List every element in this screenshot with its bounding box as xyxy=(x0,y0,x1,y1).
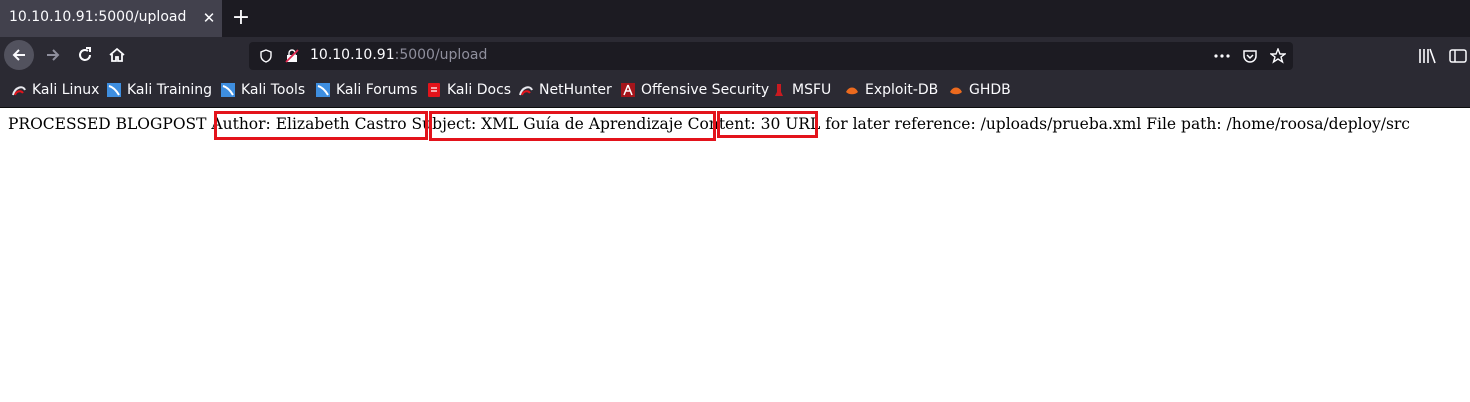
back-button[interactable] xyxy=(4,40,34,70)
bookmark-label: Kali Tools xyxy=(241,82,306,98)
bookmark-label: Kali Linux xyxy=(32,82,100,98)
url-host: 10.10.10.91 xyxy=(310,47,395,63)
reference-info: URL for later reference: /uploads/prueba… xyxy=(780,115,1410,133)
insecure-lock-icon[interactable] xyxy=(285,49,299,63)
bookmark-label: Exploit-DB xyxy=(865,82,939,98)
home-button[interactable] xyxy=(102,40,132,70)
bookmark-label: Kali Forums xyxy=(336,82,418,98)
bookmark-label: MSFU xyxy=(792,82,832,98)
bookmark-nethunter[interactable]: NetHunter xyxy=(519,82,612,98)
kali-forums-icon xyxy=(316,83,330,97)
forward-arrow-icon xyxy=(47,49,60,61)
subject-highlight-box xyxy=(429,111,716,141)
new-tab-icon[interactable]: + xyxy=(230,7,252,29)
author-highlight-box xyxy=(214,111,428,140)
content-highlight-box xyxy=(717,111,818,138)
bookmarks-toolbar: Kali Linux Kali Training Kali Tools Kali… xyxy=(0,74,1470,108)
page-heading: PROCESSED BLOGPOST xyxy=(8,115,212,133)
bookmark-kali-training[interactable]: Kali Training xyxy=(107,82,212,98)
home-icon xyxy=(109,47,125,62)
url-path: :5000/upload xyxy=(394,47,488,63)
forward-button[interactable] xyxy=(38,40,68,70)
ghdb-icon xyxy=(950,87,962,95)
tab-close-icon[interactable]: ✕ xyxy=(200,9,218,27)
library-icon[interactable] xyxy=(1418,48,1436,64)
address-bar[interactable]: 10.10.10.91:5000/upload xyxy=(249,42,1293,70)
bookmark-ghdb[interactable]: GHDB xyxy=(949,82,1011,98)
bookmark-star-icon[interactable] xyxy=(1270,48,1286,64)
bookmark-kali-docs[interactable]: Kali Docs xyxy=(427,82,511,98)
bookmark-kali-forums[interactable]: Kali Forums xyxy=(316,82,417,98)
active-tab[interactable]: 10.10.10.91:5000/upload ✕ xyxy=(0,0,222,37)
pocket-icon[interactable] xyxy=(1242,48,1258,64)
tab-title: 10.10.10.91:5000/upload xyxy=(9,9,187,25)
exploit-db-icon xyxy=(846,87,858,95)
bookmark-label: NetHunter xyxy=(539,82,612,98)
bookmark-label: Kali Training xyxy=(127,82,212,98)
kali-training-icon xyxy=(107,83,121,97)
reload-button[interactable] xyxy=(70,40,100,70)
bookmark-label: Offensive Security xyxy=(641,82,770,98)
msfu-icon xyxy=(775,84,783,96)
bookmark-kali-linux[interactable]: Kali Linux xyxy=(12,82,99,98)
navigation-toolbar: 10.10.10.91:5000/upload xyxy=(0,37,1470,74)
reload-icon xyxy=(79,47,91,61)
kali-docs-icon xyxy=(428,83,440,97)
url-text: 10.10.10.91:5000/upload xyxy=(310,47,487,63)
kali-tools-icon xyxy=(221,83,235,97)
shield-icon[interactable] xyxy=(259,49,273,63)
bookmark-offensive-security[interactable]: Offensive Security xyxy=(621,82,769,98)
back-arrow-icon xyxy=(12,49,25,61)
kali-dragon-icon xyxy=(12,86,26,96)
offensive-security-icon xyxy=(621,83,635,97)
bookmark-msfu[interactable]: MSFU xyxy=(772,82,831,98)
bookmark-kali-tools[interactable]: Kali Tools xyxy=(221,82,305,98)
nethunter-icon xyxy=(519,86,533,96)
bookmark-exploit-db[interactable]: Exploit-DB xyxy=(845,82,938,98)
page-actions-icon[interactable] xyxy=(1213,51,1231,61)
bookmark-label: Kali Docs xyxy=(447,82,512,98)
tab-strip: 10.10.10.91:5000/upload ✕ + xyxy=(0,0,1470,37)
sidebar-icon[interactable] xyxy=(1449,48,1467,64)
bookmark-label: GHDB xyxy=(969,82,1011,98)
